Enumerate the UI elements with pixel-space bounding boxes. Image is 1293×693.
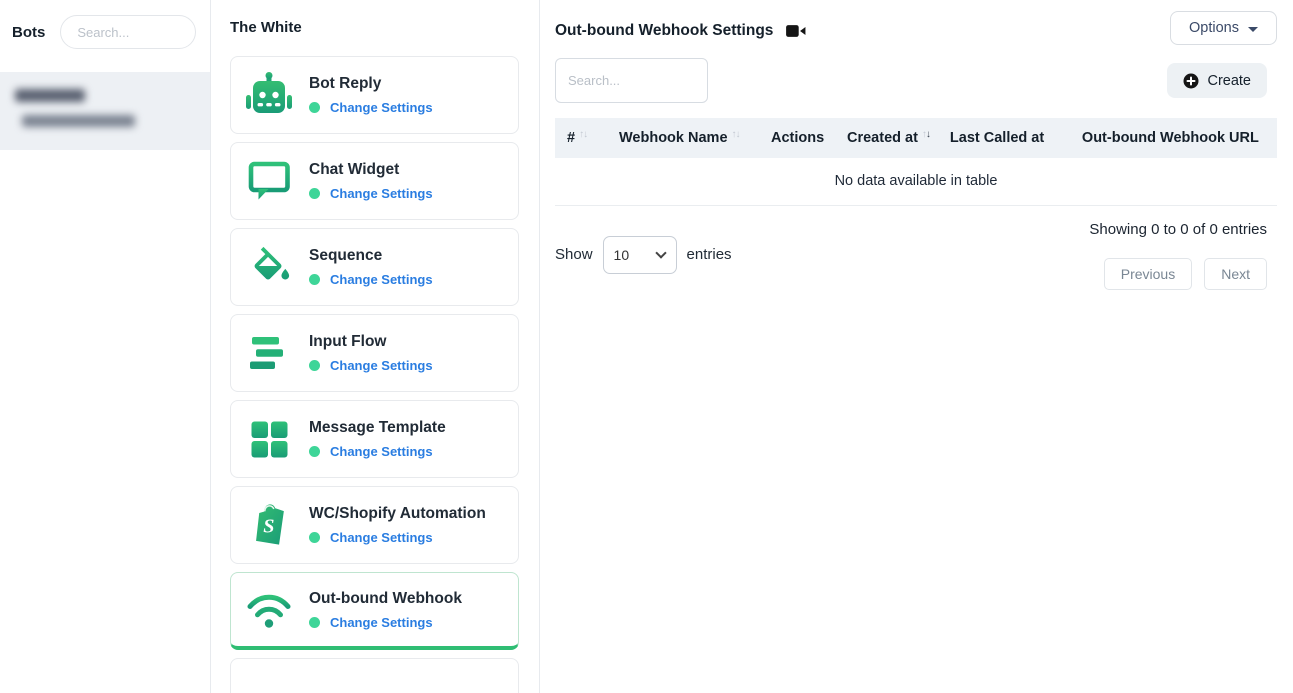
chat-bubble-icon xyxy=(245,157,293,205)
feature-card-partial[interactable] xyxy=(230,658,519,693)
create-label: Create xyxy=(1207,73,1251,89)
video-camera-icon[interactable] xyxy=(785,22,807,40)
app-root: Bots The White xyxy=(0,0,1293,693)
options-button[interactable]: Options xyxy=(1170,11,1277,45)
plus-circle-icon xyxy=(1183,73,1199,89)
create-button[interactable]: Create xyxy=(1167,63,1267,98)
column-header-index[interactable]: #↑↓ xyxy=(555,118,609,158)
feature-card-wc-shopify[interactable]: S WC/Shopify Automation Change Settings xyxy=(230,486,519,564)
bot-list-item-selected[interactable] xyxy=(0,72,210,150)
card-title: Message Template xyxy=(309,419,446,437)
change-settings-link[interactable]: Change Settings xyxy=(330,444,433,459)
bots-search-input[interactable] xyxy=(60,15,196,49)
table-toolbar: Create xyxy=(555,58,1277,103)
status-dot xyxy=(309,617,320,628)
column-header-webhook-name[interactable]: Webhook Name↑↓ xyxy=(609,118,761,158)
robot-icon xyxy=(245,71,293,119)
sort-icon: ↑↓ xyxy=(732,129,740,140)
paint-bucket-icon xyxy=(245,243,293,291)
bot-phone-redacted xyxy=(22,115,135,127)
sort-icon-active: ↑↓ xyxy=(922,129,930,140)
feature-card-sequence[interactable]: Sequence Change Settings xyxy=(230,228,519,306)
status-dot xyxy=(309,188,320,199)
empty-message: No data available in table xyxy=(555,158,1277,206)
card-title: WC/Shopify Automation xyxy=(309,505,486,523)
sort-icon: ↑↓ xyxy=(579,129,587,140)
page-size-select[interactable]: 10 xyxy=(603,236,677,274)
feature-card-bot-reply[interactable]: Bot Reply Change Settings xyxy=(230,56,519,134)
page-title: Out-bound Webhook Settings xyxy=(555,22,773,40)
svg-text:S: S xyxy=(263,516,274,538)
table-footer: Show 10 entries Showing 0 to 0 of 0 entr… xyxy=(555,219,1277,290)
card-title: Sequence xyxy=(309,247,433,265)
next-button[interactable]: Next xyxy=(1204,258,1267,290)
status-dot xyxy=(309,360,320,371)
bars-icon xyxy=(245,329,293,377)
status-dot xyxy=(309,532,320,543)
webhooks-table: #↑↓ Webhook Name↑↓ Actions Created at↑↓ … xyxy=(555,118,1277,206)
feature-card-input-flow[interactable]: Input Flow Change Settings xyxy=(230,314,519,392)
shopify-bag-icon: S xyxy=(245,501,293,549)
feature-card-message-template[interactable]: Message Template Change Settings xyxy=(230,400,519,478)
card-title: Chat Widget xyxy=(309,161,433,179)
card-title: Out-bound Webhook xyxy=(309,590,462,608)
change-settings-link[interactable]: Change Settings xyxy=(330,186,433,201)
feature-card-list: Bot Reply Change Settings xyxy=(230,56,519,693)
empty-row: No data available in table xyxy=(555,158,1277,206)
feature-card-chat-widget[interactable]: Chat Widget Change Settings xyxy=(230,142,519,220)
status-dot xyxy=(309,102,320,113)
grid-icon xyxy=(245,415,293,463)
feature-card-outbound-webhook[interactable]: Out-bound Webhook Change Settings xyxy=(230,572,519,650)
entries-summary: Showing 0 to 0 of 0 entries xyxy=(1089,221,1267,238)
previous-button[interactable]: Previous xyxy=(1104,258,1192,290)
column-header-actions: Actions xyxy=(761,118,837,158)
column-header-created-at[interactable]: Created at↑↓ xyxy=(837,118,940,158)
change-settings-link[interactable]: Change Settings xyxy=(330,615,433,630)
status-dot xyxy=(309,446,320,457)
table-header-row: #↑↓ Webhook Name↑↓ Actions Created at↑↓ … xyxy=(555,118,1277,158)
chevron-down-icon xyxy=(1248,27,1258,32)
entries-label: entries xyxy=(687,246,732,263)
column-header-last-called-at: Last Called at xyxy=(940,118,1072,158)
bots-sidebar: Bots xyxy=(0,0,211,693)
change-settings-link[interactable]: Change Settings xyxy=(330,272,433,287)
change-settings-link[interactable]: Change Settings xyxy=(330,530,433,545)
change-settings-link[interactable]: Change Settings xyxy=(330,358,433,373)
options-label: Options xyxy=(1189,20,1239,36)
column-header-webhook-url: Out-bound Webhook URL xyxy=(1072,118,1277,158)
content-header: Out-bound Webhook Settings Options xyxy=(555,0,1277,45)
sidebar-title: Bots xyxy=(12,24,45,41)
change-settings-link[interactable]: Change Settings xyxy=(330,100,433,115)
card-title: Bot Reply xyxy=(309,75,433,93)
bot-panel-title: The White xyxy=(230,0,519,36)
wifi-icon xyxy=(245,586,293,634)
sidebar-header: Bots xyxy=(0,0,210,61)
webhook-search-input[interactable] xyxy=(555,58,708,103)
status-dot xyxy=(309,274,320,285)
webhook-settings-panel: Out-bound Webhook Settings Options xyxy=(540,0,1293,693)
pagination: Previous Next xyxy=(1104,258,1267,290)
show-label: Show xyxy=(555,246,593,263)
bot-name-redacted xyxy=(15,89,85,102)
card-title: Input Flow xyxy=(309,333,433,351)
bot-feature-panel: The White xyxy=(211,0,540,693)
page-size-control: Show 10 entries xyxy=(555,219,732,290)
